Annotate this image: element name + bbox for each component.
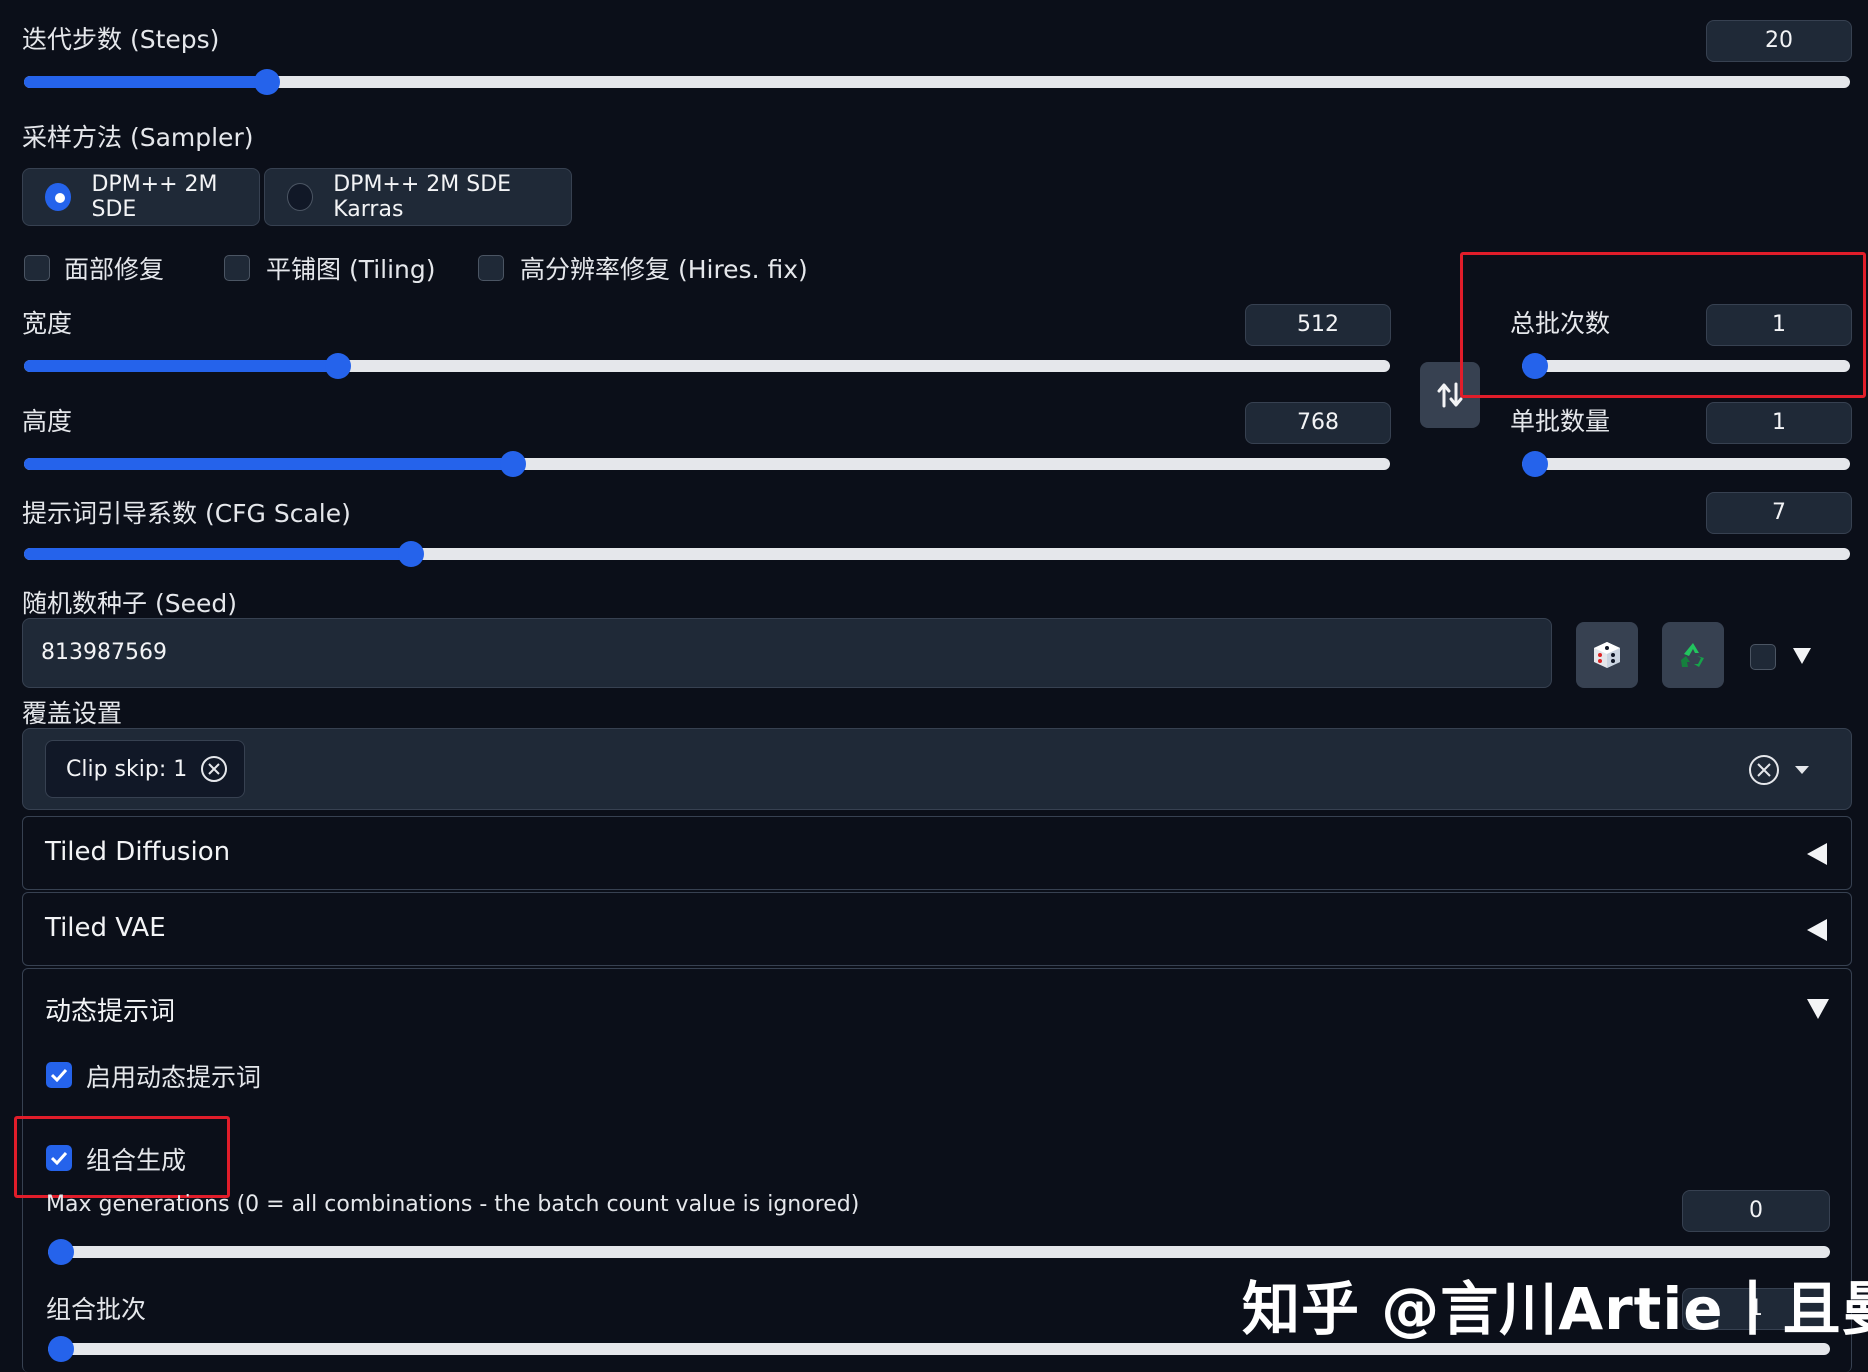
batch-size-slider[interactable] xyxy=(1522,451,1850,477)
watermark-text: 知乎 @言川Artie丨且曼 xyxy=(1242,1275,1868,1343)
height-input[interactable]: 768 xyxy=(1245,402,1391,444)
steps-slider-thumb[interactable] xyxy=(253,69,280,95)
batch-size-label: 单批数量 xyxy=(1510,407,1611,436)
combinatorial-batches-label: 组合批次 xyxy=(46,1295,147,1324)
steps-slider[interactable] xyxy=(24,69,1850,95)
override-settings-select[interactable]: Clip skip: 1 xyxy=(22,728,1852,810)
hires-fix-label: 高分辨率修复 (Hires. fix) xyxy=(520,255,808,284)
accordion-tiled-diffusion[interactable]: Tiled Diffusion xyxy=(22,816,1852,890)
batch-size-slider-thumb[interactable] xyxy=(1522,451,1548,477)
accordion-title: Tiled VAE xyxy=(45,913,166,943)
max-generations-label: Max generations (0 = all combinations - … xyxy=(46,1192,860,1217)
sampler-option-dpmpp-2m-sde[interactable]: DPM++ 2M SDE xyxy=(22,168,260,226)
tiling-checkbox[interactable] xyxy=(224,255,250,281)
seed-extra-checkbox[interactable] xyxy=(1750,644,1776,670)
face-restore-label: 面部修复 xyxy=(64,255,165,284)
sampler-option-label: DPM++ 2M SDE Karras xyxy=(333,172,512,222)
hires-fix-checkbox[interactable] xyxy=(478,255,504,281)
override-chip-label: Clip skip: 1 xyxy=(66,756,188,782)
max-generations-input[interactable]: 0 xyxy=(1682,1190,1830,1232)
dice-icon xyxy=(1594,642,1620,668)
seed-extra-toggle-icon[interactable] xyxy=(1793,648,1811,664)
width-label: 宽度 xyxy=(22,309,73,338)
clear-all-icon[interactable] xyxy=(1749,755,1779,785)
collapse-triangle-icon xyxy=(1807,843,1827,865)
face-restore-checkbox[interactable] xyxy=(24,255,50,281)
highlight-box-batch-count xyxy=(1460,252,1866,398)
expand-triangle-icon[interactable] xyxy=(1807,999,1829,1019)
max-generations-slider-thumb[interactable] xyxy=(48,1239,74,1265)
recycle-icon xyxy=(1681,643,1704,667)
cfg-scale-slider-thumb[interactable] xyxy=(398,541,425,567)
collapse-triangle-icon xyxy=(1807,919,1827,941)
accordion-tiled-vae[interactable]: Tiled VAE xyxy=(22,892,1852,966)
sampler-label: 采样方法 (Sampler) xyxy=(22,123,254,152)
cfg-scale-slider-fill xyxy=(24,548,412,560)
sampler-option-label: DPM++ 2M SDE xyxy=(91,172,218,222)
chip-remove-icon[interactable] xyxy=(201,756,228,782)
enable-dynamic-prompts-label: 启用动态提示词 xyxy=(86,1063,262,1092)
combinatorial-batches-slider-thumb[interactable] xyxy=(48,1336,74,1362)
batch-size-input[interactable]: 1 xyxy=(1706,402,1852,444)
radio-unselected-icon xyxy=(287,183,314,211)
steps-label: 迭代步数 (Steps) xyxy=(22,25,220,54)
steps-slider-fill xyxy=(24,76,267,88)
max-generations-slider[interactable] xyxy=(48,1239,1830,1265)
sampler-option-dpmpp-2m-sde-karras[interactable]: DPM++ 2M SDE Karras xyxy=(264,168,572,226)
highlight-box-combinatorial xyxy=(14,1116,230,1198)
override-settings-label: 覆盖设置 xyxy=(22,699,123,728)
width-slider[interactable] xyxy=(24,353,1390,379)
random-seed-button[interactable] xyxy=(1576,622,1638,688)
height-slider[interactable] xyxy=(24,451,1390,477)
seed-label: 随机数种子 (Seed) xyxy=(22,589,237,618)
height-slider-fill xyxy=(24,458,514,470)
tiling-label: 平铺图 (Tiling) xyxy=(266,255,436,284)
height-slider-thumb[interactable] xyxy=(500,451,527,477)
reuse-seed-button[interactable] xyxy=(1662,622,1724,688)
steps-input[interactable]: 20 xyxy=(1706,20,1852,62)
override-chip: Clip skip: 1 xyxy=(45,740,245,798)
cfg-scale-slider[interactable] xyxy=(24,541,1850,567)
cfg-scale-input[interactable]: 7 xyxy=(1706,492,1852,534)
width-input[interactable]: 512 xyxy=(1245,304,1391,346)
dropdown-caret-icon[interactable] xyxy=(1795,766,1809,774)
seed-input[interactable]: 813987569 xyxy=(22,618,1552,688)
height-label: 高度 xyxy=(22,407,73,436)
width-slider-fill xyxy=(24,360,339,372)
checkmark-icon xyxy=(51,1068,67,1082)
accordion-title[interactable]: 动态提示词 xyxy=(45,991,175,1028)
enable-dynamic-prompts-checkbox[interactable] xyxy=(46,1062,72,1088)
cfg-scale-label: 提示词引导系数 (CFG Scale) xyxy=(22,499,351,528)
radio-selected-icon xyxy=(45,183,72,211)
width-slider-thumb[interactable] xyxy=(325,353,352,379)
accordion-title: Tiled Diffusion xyxy=(45,837,231,867)
